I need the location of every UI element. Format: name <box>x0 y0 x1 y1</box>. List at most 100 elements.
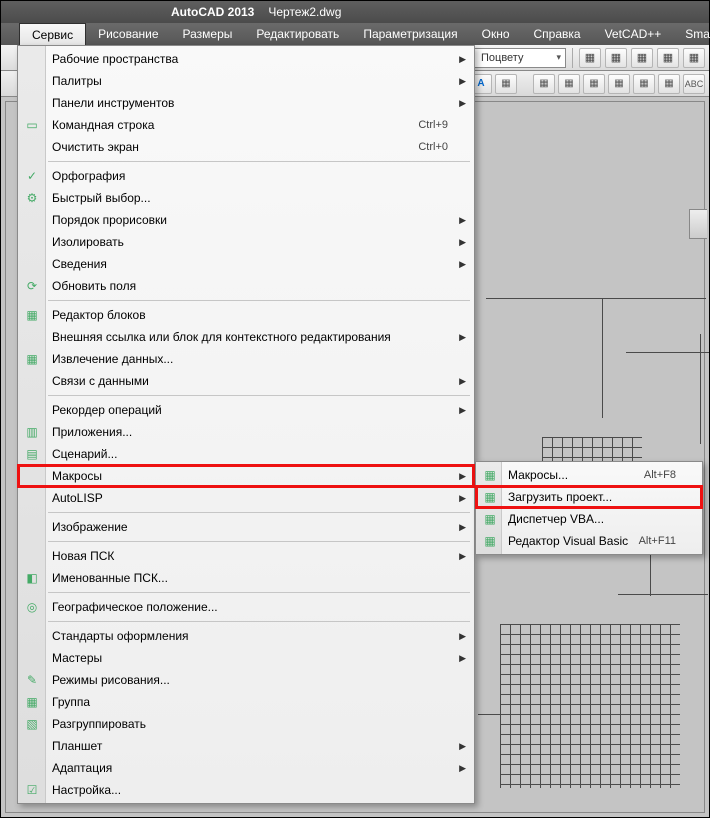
menu-item-shortcut: Ctrl+9 <box>418 119 448 131</box>
menu-item[interactable]: Изображение▶ <box>18 516 474 538</box>
menu-help[interactable]: Справка <box>522 23 593 45</box>
menu-item[interactable]: ▧ Разгруппировать <box>18 713 474 735</box>
menu-item-shortcut: Alt+F8 <box>644 469 676 481</box>
submenu-item[interactable]: ▦Загрузить проект... <box>476 486 702 508</box>
menu-item[interactable]: Макросы ▶ <box>18 465 474 487</box>
menu-item[interactable]: Очистить экранCtrl+0 <box>18 136 474 158</box>
menu-item[interactable]: ▤Сценарий... <box>18 443 474 465</box>
menu-window[interactable]: Окно <box>470 23 522 45</box>
menu-item[interactable]: Связи с данными▶ <box>18 370 474 392</box>
submenu-arrow-icon: ▶ <box>459 76 466 87</box>
menu-item[interactable]: AutoLISP▶ <box>18 487 474 509</box>
menu-item[interactable]: ▥Приложения... <box>18 421 474 443</box>
tool-button[interactable]: ▦ <box>579 48 601 68</box>
menu-item-label: Макросы <box>52 469 448 483</box>
menu-item[interactable]: Внешняя ссылка или блок для контекстного… <box>18 326 474 348</box>
menu-edit[interactable]: Редактировать <box>244 23 351 45</box>
tool-button[interactable]: ▦ <box>605 48 627 68</box>
menu-separator <box>48 592 470 593</box>
document-name: Чертеж2.dwg <box>268 5 341 19</box>
submenu-item[interactable]: ▦Макросы...Alt+F8 <box>476 464 702 486</box>
menu-item-label: Планшет <box>52 739 448 753</box>
menu-separator <box>48 161 470 162</box>
menu-item-label: Изолировать <box>52 235 448 249</box>
tool-button[interactable]: ▦ <box>631 48 653 68</box>
menu-drawing[interactable]: Рисование <box>86 23 170 45</box>
menu-item[interactable]: ▭Командная строкаCtrl+9 <box>18 114 474 136</box>
tool-button[interactable]: ▦ <box>583 74 605 94</box>
menu-item[interactable]: ▦Редактор блоков <box>18 304 474 326</box>
menu-item[interactable]: Мастеры▶ <box>18 647 474 669</box>
menu-item-label: Разгруппировать <box>52 717 448 731</box>
menu-item-icon: ◧ <box>23 571 41 585</box>
menu-item-label: Группа <box>52 695 448 709</box>
menu-item[interactable]: ◧Именованные ПСК... <box>18 567 474 589</box>
tool-button[interactable]: ▦ <box>495 74 517 94</box>
palette-handle[interactable] <box>689 209 707 239</box>
menu-item[interactable]: Стандарты оформления▶ <box>18 625 474 647</box>
menu-separator <box>48 300 470 301</box>
submenu-item[interactable]: ▦Редактор Visual BasicAlt+F11 <box>476 530 702 552</box>
menu-item[interactable]: ⟳Обновить поля <box>18 275 474 297</box>
menu-item-label: Настройка... <box>52 783 448 797</box>
title-bar: AutoCAD 2013 Чертеж2.dwg <box>1 1 709 23</box>
menu-item[interactable]: Рекордер операций▶ <box>18 399 474 421</box>
menu-item-label: Палитры <box>52 74 448 88</box>
menu-item-label: Географическое положение... <box>52 600 448 614</box>
menu-item[interactable]: Планшет▶ <box>18 735 474 757</box>
menu-item[interactable]: ✎ Режимы рисования... <box>18 669 474 691</box>
menu-item[interactable]: Палитры ▶ <box>18 70 474 92</box>
menu-item-label: Извлечение данных... <box>52 352 448 366</box>
tool-button[interactable]: ▦ <box>658 74 680 94</box>
menu-item[interactable]: Новая ПСК▶ <box>18 545 474 567</box>
tool-button[interactable]: ABC <box>683 74 705 94</box>
menu-item-icon: ☑ <box>23 783 41 797</box>
menu-item[interactable]: ⚙Быстрый выбор... <box>18 187 474 209</box>
menu-item[interactable]: Изолировать ▶ <box>18 231 474 253</box>
submenu-arrow-icon: ▶ <box>459 551 466 562</box>
menu-item[interactable]: ☑ Настройка... <box>18 779 474 801</box>
tool-button[interactable]: ▦ <box>608 74 630 94</box>
menu-item-icon: ▦ <box>481 534 499 548</box>
menu-item-icon: ✎ <box>23 673 41 687</box>
menu-item-shortcut: Alt+F11 <box>639 535 676 547</box>
menu-item-label: Редактор блоков <box>52 308 448 322</box>
menu-bar: Сервис Рисование Размеры Редактировать П… <box>1 23 709 45</box>
menu-item[interactable]: ▦Группа <box>18 691 474 713</box>
menu-dimensions[interactable]: Размеры <box>171 23 245 45</box>
drawing-line <box>626 352 709 353</box>
tool-button[interactable]: ▦ <box>533 74 555 94</box>
menu-item[interactable]: ◎Географическое положение... <box>18 596 474 618</box>
menu-separator <box>48 541 470 542</box>
menu-item[interactable]: Сведения▶ <box>18 253 474 275</box>
menu-item-label: Изображение <box>52 520 448 534</box>
drawing-line <box>618 594 708 595</box>
menu-item-label: Адаптация <box>52 761 448 775</box>
menu-parametrization[interactable]: Параметризация <box>351 23 469 45</box>
submenu-arrow-icon: ▶ <box>459 471 466 482</box>
menu-item-label: Рекордер операций <box>52 403 448 417</box>
submenu-arrow-icon: ▶ <box>459 215 466 226</box>
menu-separator <box>48 512 470 513</box>
menu-item-icon: ▦ <box>481 512 499 526</box>
menu-item[interactable]: ✓Орфография <box>18 165 474 187</box>
submenu-arrow-icon: ▶ <box>459 237 466 248</box>
menu-service[interactable]: Сервис <box>19 23 86 45</box>
menu-item[interactable]: ▦Извлечение данных... <box>18 348 474 370</box>
tool-button[interactable]: ▦ <box>657 48 679 68</box>
tool-button[interactable]: ▦ <box>633 74 655 94</box>
submenu-item[interactable]: ▦Диспетчер VBA... <box>476 508 702 530</box>
tool-button[interactable]: ▦ <box>558 74 580 94</box>
menu-item[interactable]: Панели инструментов▶ <box>18 92 474 114</box>
menu-item-icon: ▧ <box>23 717 41 731</box>
menu-item-label: Режимы рисования... <box>52 673 448 687</box>
submenu-arrow-icon: ▶ <box>459 763 466 774</box>
tool-button[interactable]: ▦ <box>683 48 705 68</box>
menu-vetcad[interactable]: VetCAD++ <box>593 23 674 45</box>
menu-item[interactable]: Адаптация ▶ <box>18 757 474 779</box>
menu-item[interactable]: Порядок прорисовки▶ <box>18 209 474 231</box>
drawing-line <box>700 334 701 444</box>
menu-item-label: Очистить экран <box>52 140 418 154</box>
menu-smartline[interactable]: SmartLine <box>673 23 710 45</box>
menu-item[interactable]: Рабочие пространства▶ <box>18 48 474 70</box>
